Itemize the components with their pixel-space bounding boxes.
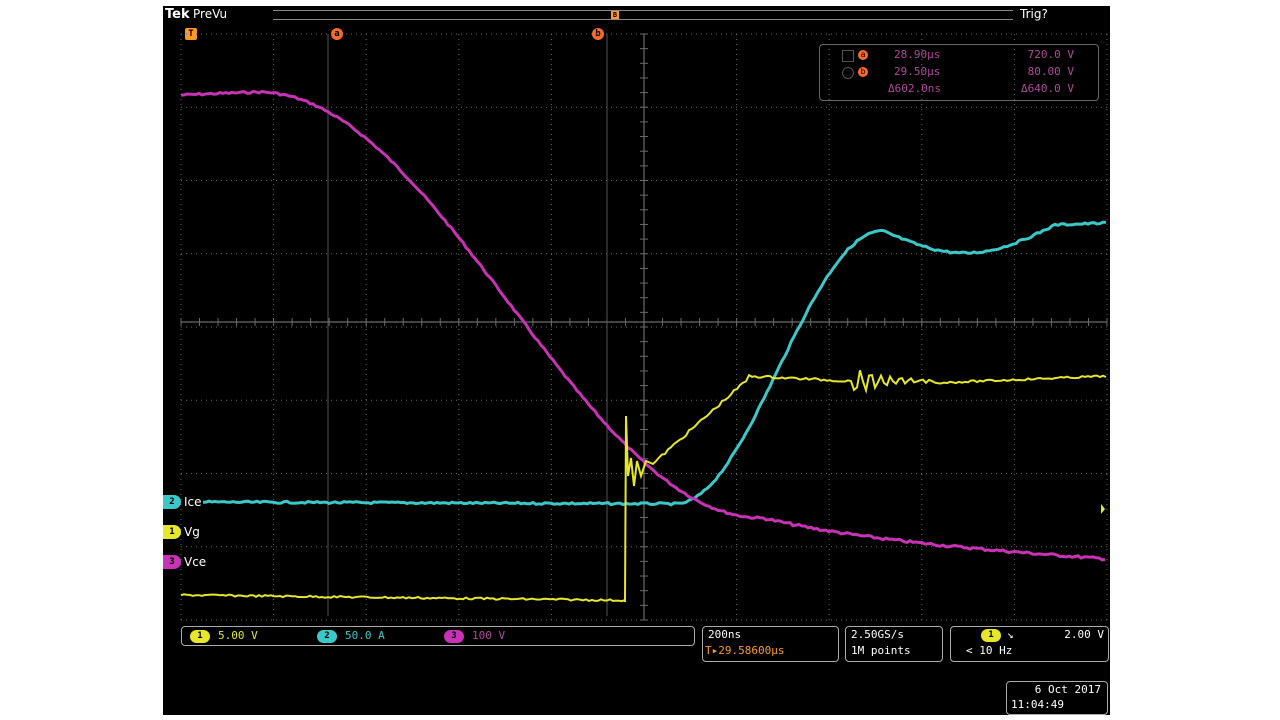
ch1-name: Vg — [184, 525, 200, 539]
ch3-name: Vce — [184, 555, 207, 569]
cursor-b-time: 29.50μs — [894, 65, 941, 78]
channel-label-vce[interactable]: 3 Vce — [163, 555, 223, 569]
ch1-scale-value: 5.00 V — [218, 629, 258, 642]
ch1-trigger-level-marker — [1101, 504, 1105, 514]
trigger-source-badge: 1 — [981, 628, 1001, 642]
ch3-scale-badge: 3 — [444, 629, 464, 643]
timebase-position-prefix: T▸ — [705, 644, 719, 657]
cursor-a-badge: a — [858, 50, 868, 60]
cursor-readout-panel: a 28.90μs 720.0 V b 29.50μs 80.00 V Δ602… — [819, 44, 1099, 101]
date: 6 Oct 2017 — [1034, 683, 1101, 696]
cursor-delta-value: Δ640.0 V — [1021, 82, 1074, 95]
cursor-b-readout: b 29.50μs 80.00 V — [820, 65, 1098, 80]
trace-vce — [181, 89, 1106, 562]
channel-label-ice[interactable]: 2 Ice — [163, 495, 223, 509]
sample-rate: 2.50GS/s — [851, 628, 904, 641]
ch1-scale-badge: 1 — [190, 629, 210, 643]
ch2-scale-badge: 2 — [317, 629, 337, 643]
channel-label-vg[interactable]: 1 Vg — [163, 525, 223, 539]
trigger-source: 1 ↘ — [981, 628, 1014, 642]
datetime-panel: 6 Oct 2017 11:04:49 — [1006, 681, 1108, 715]
acquisition-panel[interactable]: 2.50GS/s 1M points — [845, 626, 943, 662]
cursor-a-time: 28.90μs — [894, 48, 941, 61]
ch1-scale[interactable]: 1 5.00 V — [190, 629, 258, 643]
ch3-scale-value: 100 V — [472, 629, 506, 642]
trigger-level: 2.00 V — [1064, 628, 1104, 641]
cursor-delta-time: Δ602.0ns — [888, 82, 941, 95]
cursor-a-value: 720.0 V — [1027, 48, 1074, 61]
timebase-scale: 200ns — [708, 628, 742, 641]
ch1-badge: 1 — [163, 525, 181, 539]
ch3-badge: 3 — [163, 555, 181, 569]
falling-edge-icon: ↘ — [1007, 628, 1014, 641]
cursor-b-circle-icon — [842, 67, 854, 79]
ch3-scale[interactable]: 3 100 V — [444, 629, 505, 643]
horizontal-timebase-panel[interactable]: 200ns T▸29.58600μs — [702, 626, 839, 662]
cursor-b-value: 80.00 V — [1027, 65, 1074, 78]
timebase-position: T▸29.58600μs — [705, 644, 784, 657]
time: 11:04:49 — [1011, 698, 1064, 711]
vertical-scale-bar: 1 5.00 V 2 50.0 A 3 100 V — [181, 626, 695, 646]
cursor-delta-readout: Δ602.0ns Δ640.0 V — [820, 82, 1098, 97]
record-length: 1M points — [851, 644, 911, 657]
cursor-a-readout: a 28.90μs 720.0 V — [820, 48, 1098, 63]
ch2-name: Ice — [184, 495, 202, 509]
ch2-scale[interactable]: 2 50.0 A — [317, 629, 385, 643]
ch2-badge: 2 — [163, 495, 181, 509]
timebase-position-value: 29.58600μs — [718, 644, 785, 657]
graticule — [180, 33, 1108, 621]
oscilloscope-screen: Tek PreVu Trig? T a b B a 28.90μs 720.0 … — [163, 6, 1110, 715]
trigger-panel[interactable]: 1 ↘ 2.00 V < 10 Hz — [950, 626, 1109, 662]
cursor-b-badge: b — [858, 67, 868, 77]
trigger-frequency: < 10 Hz — [966, 644, 1013, 657]
cursor-a-square-icon — [842, 50, 854, 62]
ch2-scale-value: 50.0 A — [345, 629, 385, 642]
